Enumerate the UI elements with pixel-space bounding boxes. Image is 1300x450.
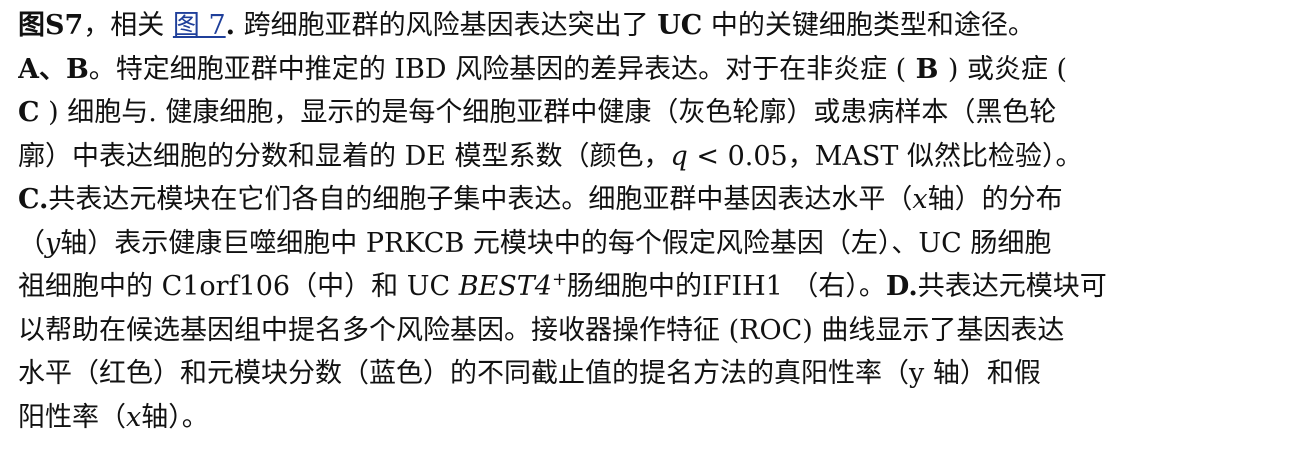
caption-text: 共表达元模块在它们各自的细胞子集中表达。细胞亚群中基因表达水平（ bbox=[48, 184, 913, 215]
caption-text: 祖细胞中的 C1orf106（中）和 UC bbox=[18, 271, 459, 302]
uc-term: UC bbox=[657, 10, 703, 41]
superscript-plus: + bbox=[551, 269, 568, 290]
caption-text: 轴）。 bbox=[141, 401, 209, 433]
caption-text: 廓）中表达细胞的分数和显着的 DE 模型系数（颜色， bbox=[18, 140, 671, 172]
caption-period: . bbox=[225, 10, 236, 41]
caption-line-9: 水平（红色）和元模块分数（蓝色）的不同截止值的提名方法的真阳性率（y 轴）和假 bbox=[18, 352, 1288, 396]
caption-line-7: 祖细胞中的 C1orf106（中）和 UC BEST4+肠细胞中的IFIH1 （… bbox=[18, 265, 1288, 309]
caption-line-1: 图S7，相关 图 7. 跨细胞亚群的风险基因表达突出了 UC 中的关键细胞类型和… bbox=[18, 4, 1288, 48]
caption-text: 水平（红色）和元模块分数（蓝色）的不同截止值的提名方法的真阳性率（y 轴）和假 bbox=[18, 358, 1041, 389]
x-axis-symbol: x bbox=[912, 184, 928, 215]
caption-text: 以帮助在候选基因组中提名多个风险基因。接收器操作特征 (ROC) 曲线显示了基因… bbox=[18, 314, 1065, 346]
panel-label-d: D. bbox=[885, 271, 918, 302]
q-value-symbol: q bbox=[670, 140, 688, 172]
panel-label-ab: A、B bbox=[18, 53, 89, 85]
figure-7-link[interactable]: 图 7 bbox=[173, 10, 226, 41]
caption-line-2: A、B。特定细胞亚群中推定的 IBD 风险基因的差异表达。对于在非炎症 ( B … bbox=[18, 48, 1288, 92]
caption-text: 跨细胞亚群的风险基因表达突出了 bbox=[235, 10, 658, 41]
caption-text: < 0.05，MAST 似然比检验）。 bbox=[687, 140, 1083, 172]
figure-label: 图S7 bbox=[18, 10, 84, 41]
panel-label-c: C bbox=[18, 97, 40, 128]
caption-text: 轴）表示健康巨噬细胞中 PRKCB 元模块中的每个假定风险基因（左）、UC 肠细… bbox=[60, 227, 1052, 259]
figure-caption: 图S7，相关 图 7. 跨细胞亚群的风险基因表达突出了 UC 中的关键细胞类型和… bbox=[18, 4, 1288, 439]
caption-text: ，相关 bbox=[83, 10, 173, 41]
y-axis-symbol: y bbox=[45, 227, 61, 259]
caption-text: 阳性率（ bbox=[18, 401, 126, 433]
caption-text: （ bbox=[18, 227, 45, 259]
panel-label-c-section: C. bbox=[18, 184, 49, 215]
caption-text: 肠细胞中的IFIH1 （右）。 bbox=[567, 271, 886, 302]
caption-text: 。特定细胞亚群中推定的 IBD 风险基因的差异表达。对于在非炎症 ( bbox=[88, 53, 907, 85]
best4-gene: BEST4 bbox=[458, 271, 552, 302]
caption-line-3: C ) 细胞与. 健康细胞，显示的是每个细胞亚群中健康（灰色轮廓）或患病样本（黑… bbox=[18, 91, 1288, 135]
caption-line-5: C.共表达元模块在它们各自的细胞子集中表达。细胞亚群中基因表达水平（x轴）的分布 bbox=[18, 178, 1288, 222]
caption-text: ) 或炎症 ( bbox=[947, 53, 1068, 85]
x-axis-symbol: x bbox=[126, 401, 142, 433]
caption-line-10: 阳性率（x轴）。 bbox=[18, 396, 1288, 440]
caption-line-8: 以帮助在候选基因组中提名多个风险基因。接收器操作特征 (ROC) 曲线显示了基因… bbox=[18, 309, 1288, 353]
caption-text: 共表达元模块可 bbox=[917, 271, 1107, 302]
caption-line-4: 廓）中表达细胞的分数和显着的 DE 模型系数（颜色，q < 0.05，MAST … bbox=[18, 135, 1288, 179]
panel-label-b: B bbox=[906, 53, 948, 85]
caption-text: 轴）的分布 bbox=[927, 184, 1063, 215]
caption-text: 中的关键细胞类型和途径。 bbox=[702, 10, 1035, 41]
caption-line-6: （y轴）表示健康巨噬细胞中 PRKCB 元模块中的每个假定风险基因（左）、UC … bbox=[18, 222, 1288, 266]
caption-text: ) 细胞与. 健康细胞，显示的是每个细胞亚群中健康（灰色轮廓）或患病样本（黑色轮 bbox=[39, 97, 1057, 128]
